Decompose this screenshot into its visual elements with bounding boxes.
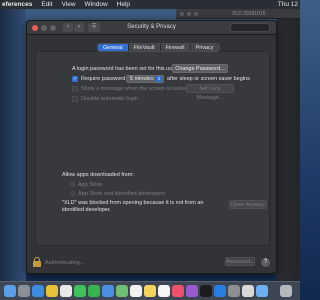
trash-icon[interactable] [280,285,292,297]
identified-developers-radio-label: App Store and identified developers [78,191,166,197]
background-window-body [276,19,300,281]
password-set-text: A login password has been set for this u… [72,66,177,72]
lock-body [33,261,41,267]
messages-icon[interactable] [74,285,86,297]
tab-firewall[interactable]: Firewall [160,44,191,51]
tab-general[interactable]: General [98,44,129,51]
desktop-background [0,9,26,281]
disable-login-checkbox[interactable] [72,96,78,102]
podcasts-icon[interactable] [186,285,198,297]
advanced-button[interactable]: Advanced... [225,257,255,266]
require-password-suffix: after sleep or screen saver begins [167,76,250,82]
xld-icon[interactable] [242,285,254,297]
disable-login-label: Disable automatic login [81,96,138,102]
menu-edit[interactable]: Edit [41,1,52,8]
help-button[interactable]: ? [261,258,270,267]
security-privacy-window: ‹ › ⠿ Security & Privacy A login passwor… [26,20,277,274]
calendar-icon[interactable] [130,285,142,297]
lock-icon[interactable] [33,257,41,267]
launchpad-icon[interactable] [18,285,30,297]
set-lock-message-button[interactable]: Set Lock Message... [186,84,234,101]
app-store-icon[interactable] [214,285,226,297]
menu-bar: eferences Edit View Window Help Thu 12 [0,0,300,9]
open-anyway-button[interactable]: Open Anyway [229,200,267,209]
app-store-radio-label: App Store [78,182,103,188]
change-password-button[interactable]: Change Password... [172,64,228,73]
system-preferences-icon[interactable] [228,285,240,297]
menu-help[interactable]: Help [117,1,130,8]
require-password-value: 5 minutes [130,76,154,82]
dock [0,281,300,300]
safari-icon[interactable] [32,285,44,297]
music-icon[interactable] [172,285,184,297]
authenticating-text: Authenticating... [45,260,85,266]
background-window-title: XLD 20161016 [232,11,266,17]
bg-minimize-dot[interactable] [187,12,191,16]
require-password-checkbox[interactable]: ✓ [72,76,78,82]
app-store-radio[interactable] [70,182,75,187]
photos-icon[interactable] [60,285,72,297]
tab-privacy[interactable]: Privacy [190,44,219,51]
menu-clock[interactable]: Thu 12 [278,1,298,8]
require-password-label: Require password [81,76,126,82]
tab-filevault[interactable]: FileVault [128,44,161,51]
menu-window[interactable]: Window [85,1,108,8]
tv-icon[interactable] [200,285,212,297]
window-titlebar[interactable]: ‹ › ⠿ Security & Privacy [27,21,276,35]
background-window-titlebar[interactable]: XLD 20161016 [176,9,300,19]
allow-apps-heading: Allow apps downloaded from: [62,172,134,178]
blocked-message: "XLD" was blocked from opening because i… [62,200,204,213]
reminders-icon[interactable] [158,285,170,297]
notes-icon[interactable] [144,285,156,297]
show-message-checkbox[interactable] [72,86,78,92]
mail-icon[interactable] [102,285,114,297]
menu-view[interactable]: View [62,1,76,8]
facetime-icon[interactable] [88,285,100,297]
content-panel: A login password has been set for this u… [35,51,270,246]
finder-icon[interactable] [4,285,16,297]
show-message-label: Show a message when the screen is locked [81,86,189,92]
bg-zoom-dot[interactable] [194,12,198,16]
chrome-icon[interactable] [46,285,58,297]
identified-developers-radio[interactable] [70,191,75,196]
preview-icon[interactable] [256,285,268,297]
tab-bar: General FileVault Firewall Privacy [97,43,220,52]
bg-close-dot[interactable] [180,12,184,16]
require-password-select[interactable]: 5 minutes ⇕ [126,75,164,83]
menu-app-name[interactable]: eferences [2,1,32,8]
chevron-updown-icon: ⇕ [156,76,162,82]
maps-icon[interactable] [116,285,128,297]
search-input[interactable] [230,23,270,32]
